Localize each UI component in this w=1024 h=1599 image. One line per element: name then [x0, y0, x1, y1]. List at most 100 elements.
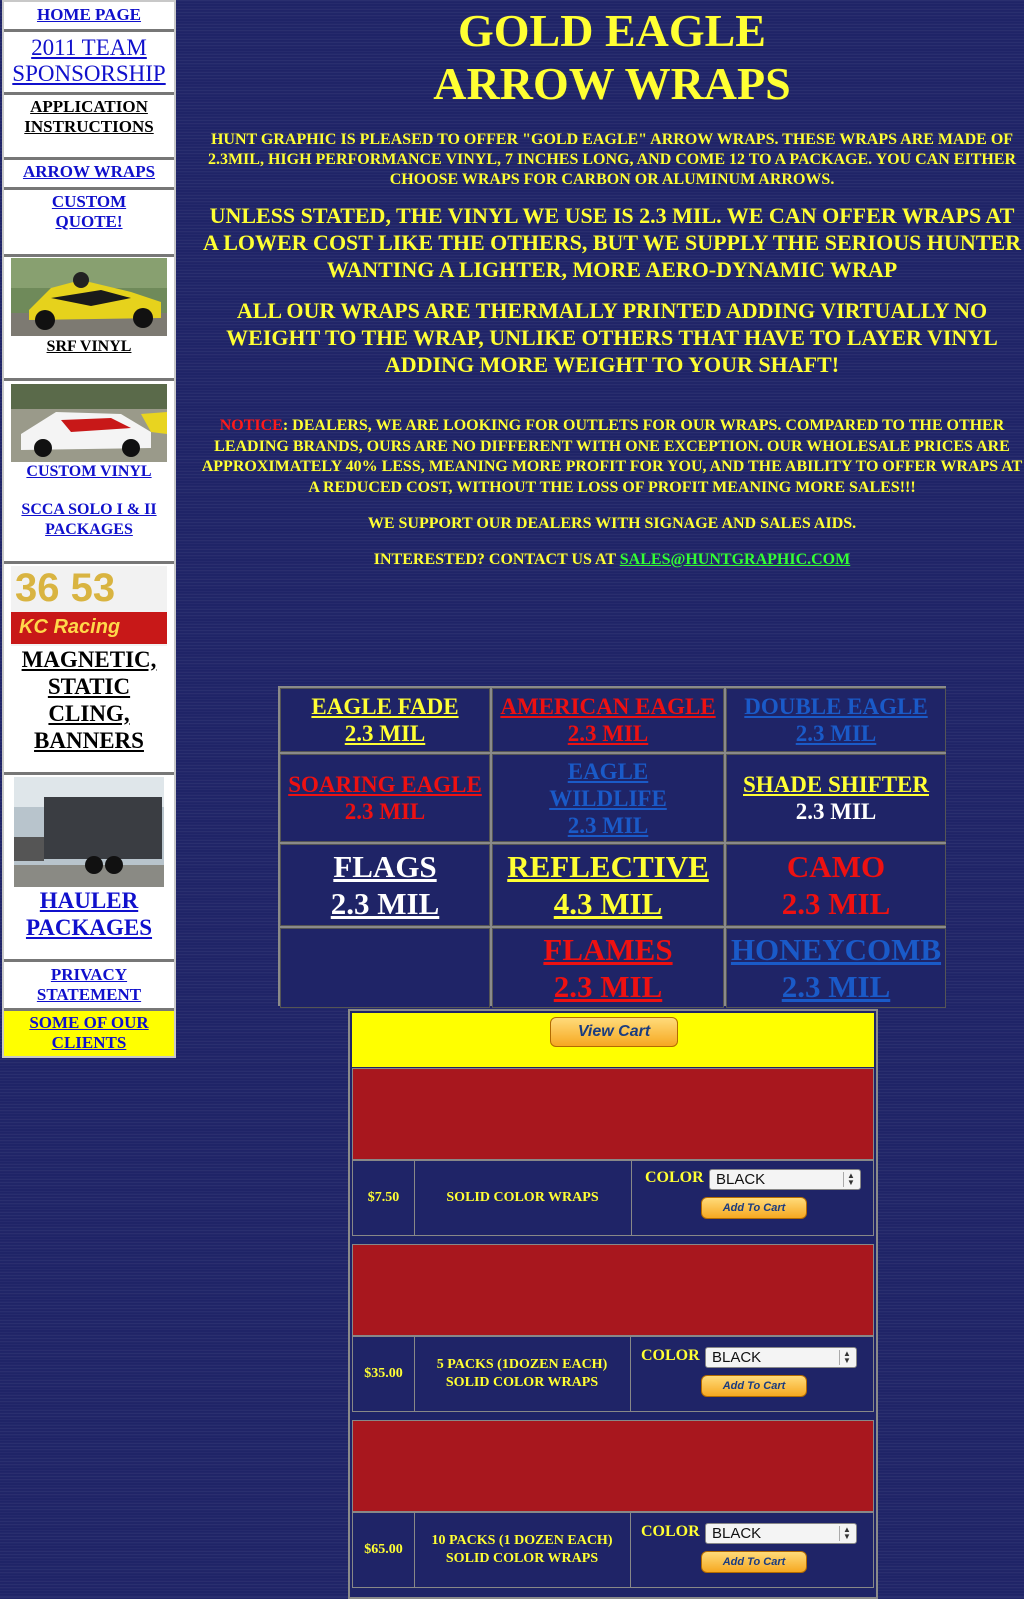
- nav-item-magnetic: 36 53 KC Racing MAGNETIC, STATIC CLING, …: [4, 564, 174, 775]
- nav-item-application: APPLICATION INSTRUCTIONS: [4, 95, 174, 160]
- color-select-value: BLACK: [712, 1525, 762, 1542]
- nav-item-clients: SOME OF OUR CLIENTS: [4, 1011, 174, 1056]
- nav-item-custom-vinyl: CUSTOM VINYL SCCA SOLO I & II PACKAGES: [4, 381, 174, 564]
- cart-section: View Cart $7.50 SOLID COLOR WRAPS COLOR …: [348, 1009, 878, 1599]
- add-to-cart-button[interactable]: Add To Cart: [701, 1375, 807, 1397]
- product-description: 10 PACKS (1 DOZEN EACH) SOLID COLOR WRAP…: [414, 1513, 631, 1587]
- sidebar-nav: HOME PAGE 2011 TEAM SPONSORSHIP APPLICAT…: [2, 0, 176, 1058]
- nav-item-srf-vinyl: SRF VINYL: [4, 257, 174, 381]
- view-cart-button[interactable]: View Cart: [550, 1017, 678, 1047]
- magnetic-photo-numbers: 36 53: [15, 566, 116, 610]
- grid-cell-camo: CAMO 2.3 MIL: [726, 844, 946, 926]
- application-instructions-link[interactable]: APPLICATION INSTRUCTIONS: [4, 95, 174, 137]
- custom-quote-link[interactable]: CUSTOM QUOTE!: [4, 190, 174, 232]
- race-car-image: [11, 384, 167, 462]
- main-content: GOLD EAGLE ARROW WRAPS HUNT GRAPHIC IS P…: [200, 0, 1024, 570]
- kc-racing-banner: KC Racing: [11, 612, 167, 644]
- reflective-link[interactable]: REFLECTIVE 4.3 MIL: [507, 848, 709, 922]
- flags-link[interactable]: FLAGS 2.3 MIL: [331, 848, 440, 922]
- arrow-wraps-link[interactable]: ARROW WRAPS: [4, 160, 174, 184]
- nav-item-custom-quote: CUSTOM QUOTE!: [4, 190, 174, 257]
- honeycomb-link[interactable]: HONEYCOMB 2.3 MIL: [731, 931, 941, 1005]
- color-select[interactable]: BLACK ▲ ▼: [705, 1347, 857, 1368]
- intro-text: HUNT GRAPHIC IS PLEASED TO OFFER "GOLD E…: [207, 131, 1017, 188]
- product-price: $65.00: [353, 1513, 415, 1587]
- select-arrows-icon: ▲ ▼: [843, 1172, 858, 1187]
- nav-item-home: HOME PAGE: [4, 2, 174, 32]
- product-price: $35.00: [353, 1337, 415, 1411]
- race-car-image: [11, 258, 167, 336]
- notice-label: NOTICE: [219, 417, 283, 434]
- grid-cell-reflective: REFLECTIVE 4.3 MIL: [492, 844, 724, 926]
- product-description: SOLID COLOR WRAPS: [414, 1161, 632, 1235]
- flames-link[interactable]: FLAMES 2.3 MIL: [543, 931, 672, 1005]
- shade-shifter-link[interactable]: SHADE SHIFTER 2.3 MIL: [743, 771, 929, 825]
- grid-cell-double-eagle: DOUBLE EAGLE 2.3 MIL: [726, 688, 946, 752]
- grid-cell-flames: FLAMES 2.3 MIL: [492, 928, 724, 1008]
- add-to-cart-button[interactable]: Add To Cart: [701, 1551, 807, 1573]
- grid-cell-empty: [280, 928, 490, 1008]
- dealer-notice: NOTICE: DEALERS, WE ARE LOOKING FOR OUTL…: [200, 416, 1024, 498]
- team-sponsorship-link[interactable]: 2011 TEAM SPONSORSHIP: [4, 32, 174, 87]
- home-page-link[interactable]: HOME PAGE: [4, 2, 174, 28]
- product-image-placeholder: [352, 1420, 874, 1512]
- hauler-packages-link[interactable]: HAULER PACKAGES: [4, 887, 174, 941]
- grid-cell-honeycomb: HONEYCOMB 2.3 MIL: [726, 928, 946, 1008]
- color-select[interactable]: BLACK ▲ ▼: [709, 1169, 861, 1190]
- american-eagle-link[interactable]: AMERICAN EAGLE 2.3 MIL: [500, 693, 715, 747]
- nav-item-privacy: PRIVACY STATEMENT: [4, 962, 174, 1011]
- nav-item-sponsorship: 2011 TEAM SPONSORSHIP: [4, 32, 174, 95]
- product-image-placeholder: [352, 1244, 874, 1336]
- grid-cell-shade-shifter: SHADE SHIFTER 2.3 MIL: [726, 754, 946, 842]
- title-line-2: ARROW WRAPS: [433, 58, 791, 109]
- color-label: COLOR: [641, 1523, 700, 1540]
- color-label: COLOR: [641, 1347, 700, 1364]
- trailer-image: [14, 777, 164, 887]
- support-text: WE SUPPORT OUR DEALERS WITH SIGNAGE AND …: [367, 515, 857, 532]
- custom-vinyl-photo[interactable]: [11, 384, 167, 462]
- grid-cell-american-eagle: AMERICAN EAGLE 2.3 MIL: [492, 688, 724, 752]
- srf-vinyl-photo[interactable]: [11, 258, 167, 336]
- color-label: COLOR: [645, 1169, 704, 1186]
- privacy-statement-link[interactable]: PRIVACY STATEMENT: [4, 962, 174, 1005]
- eagle-fade-link[interactable]: EAGLE FADE 2.3 MIL: [311, 693, 458, 747]
- product-image-placeholder: [352, 1068, 874, 1160]
- soaring-eagle-link[interactable]: SOARING EAGLE 2.3 MIL: [288, 771, 482, 825]
- product-row: $65.00 10 PACKS (1 DOZEN EACH) SOLID COL…: [352, 1512, 874, 1588]
- color-select[interactable]: BLACK ▲ ▼: [705, 1523, 857, 1544]
- product-row: $7.50 SOLID COLOR WRAPS COLOR BLACK ▲ ▼ Ad…: [352, 1160, 874, 1236]
- notice-text: : DEALERS, WE ARE LOOKING FOR OUTLETS FO…: [201, 417, 1023, 496]
- select-arrows-icon: ▲ ▼: [839, 1350, 854, 1365]
- magnetic-photo-brand: KC Racing: [19, 616, 121, 638]
- vinyl-note: UNLESS STATED, THE VINYL WE USE IS 2.3 M…: [203, 203, 1021, 282]
- grid-cell-flags: FLAGS 2.3 MIL: [280, 844, 490, 926]
- grid-cell-eagle-wildlife: EAGLE WILDLIFE 2.3 MIL: [492, 754, 724, 842]
- nav-item-arrow-wraps: ARROW WRAPS: [4, 160, 174, 190]
- scca-solo-packages-link[interactable]: SCCA SOLO I & II PACKAGES: [4, 500, 174, 540]
- color-select-value: BLACK: [716, 1171, 766, 1188]
- magnetic-photo[interactable]: 36 53 KC Racing: [11, 566, 167, 646]
- eagle-wildlife-link[interactable]: EAGLE WILDLIFE 2.3 MIL: [493, 758, 723, 839]
- magnetic-static-cling-banners-link[interactable]: MAGNETIC, STATIC CLING, BANNERS: [4, 646, 174, 754]
- grid-cell-eagle-fade: EAGLE FADE 2.3 MIL: [280, 688, 490, 752]
- product-price: $7.50: [353, 1161, 415, 1235]
- wrap-styles-table: EAGLE FADE 2.3 MIL AMERICAN EAGLE 2.3 MIL …: [278, 686, 946, 1008]
- product-description: 5 PACKS (1DOZEN EACH) SOLID COLOR WRAPS: [414, 1337, 631, 1411]
- grid-cell-soaring-eagle: SOARING EAGLE 2.3 MIL: [280, 754, 490, 842]
- custom-vinyl-link[interactable]: CUSTOM VINYL: [4, 462, 174, 482]
- sales-email-link[interactable]: SALES@HUNTGRAPHIC.COM: [620, 551, 850, 568]
- camo-link[interactable]: CAMO 2.3 MIL: [782, 848, 891, 922]
- title-line-1: GOLD EAGLE: [457, 5, 766, 56]
- hauler-photo[interactable]: [14, 777, 164, 887]
- page-title: GOLD EAGLE ARROW WRAPS: [200, 4, 1024, 110]
- some-of-our-clients-link[interactable]: SOME OF OUR CLIENTS: [4, 1011, 174, 1053]
- add-to-cart-button[interactable]: Add To Cart: [701, 1197, 807, 1219]
- view-cart-bar: View Cart: [352, 1013, 874, 1067]
- nav-item-hauler: HAULER PACKAGES: [4, 775, 174, 962]
- contact-label: INTERESTED? CONTACT US AT: [373, 551, 620, 568]
- product-row: $35.00 5 PACKS (1DOZEN EACH) SOLID COLOR…: [352, 1336, 874, 1412]
- srf-vinyl-link[interactable]: SRF VINYL: [4, 336, 174, 358]
- select-arrows-icon: ▲ ▼: [839, 1526, 854, 1541]
- double-eagle-link[interactable]: DOUBLE EAGLE 2.3 MIL: [744, 693, 927, 747]
- thermal-note: ALL OUR WRAPS ARE THERMALLY PRINTED ADDI…: [226, 298, 998, 377]
